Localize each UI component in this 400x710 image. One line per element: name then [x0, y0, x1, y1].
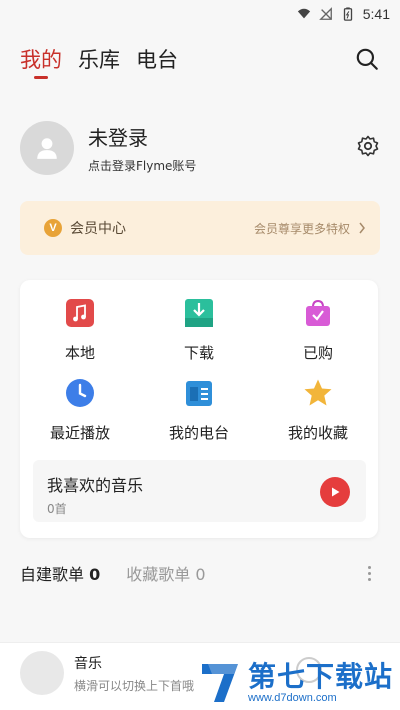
quick-item-label: 最近播放 — [49, 424, 110, 442]
vip-center-banner[interactable]: V 会员中心 会员尊享更多特权 — [20, 201, 380, 255]
vip-promo-text: 会员尊享更多特权 — [253, 221, 350, 236]
vip-promo: 会员尊享更多特权 — [254, 220, 366, 237]
tab-saved-playlists[interactable]: 收藏歌单 0 — [126, 561, 205, 585]
album-cover[interactable] — [20, 651, 64, 695]
user-icon — [37, 138, 57, 159]
play-button[interactable] — [320, 477, 350, 507]
top-navigation: 我的 乐库 电台 — [20, 44, 380, 84]
tab-created-playlists[interactable]: 自建歌单 0 — [20, 561, 100, 585]
signal-off-icon — [318, 7, 332, 20]
quick-item-favorites[interactable]: 我的收藏 — [263, 378, 373, 443]
quick-item-local[interactable]: 本地 — [25, 298, 135, 363]
quick-item-label: 本地 — [64, 344, 95, 362]
quick-item-label: 我的收藏 — [287, 424, 348, 442]
mini-player-hint: 横滑可以切换上下首哦 — [74, 679, 195, 693]
vip-title: 会员中心 — [70, 221, 126, 237]
tab-radio[interactable]: 电台 — [136, 44, 178, 74]
quick-access-card: 本地 下载 已购 最近播放 我的电台 我的收藏 我喜欢的音乐 0首 — [20, 280, 378, 538]
search-icon[interactable] — [354, 46, 380, 72]
radio-icon — [186, 381, 212, 406]
play-icon — [332, 487, 340, 497]
watermark-title: 第七下载站 — [248, 660, 394, 693]
star-icon — [304, 379, 332, 406]
shopping-bag-icon — [306, 299, 330, 326]
quick-item-my-radio[interactable]: 我的电台 — [144, 378, 254, 443]
more-options-icon[interactable] — [358, 562, 380, 584]
download-icon — [185, 299, 213, 327]
quick-item-label: 下载 — [183, 344, 214, 362]
tab-mine[interactable]: 我的 — [20, 44, 62, 79]
quick-item-label: 我的电台 — [168, 424, 229, 442]
watermark-url: www.d7down.com — [248, 692, 337, 704]
tab-library[interactable]: 乐库 — [78, 44, 120, 74]
status-bar: 5:41 — [0, 0, 400, 28]
profile-section[interactable]: 未登录 点击登录Flyme账号 — [20, 118, 380, 178]
profile-name[interactable]: 未登录 — [88, 122, 196, 151]
login-prompt[interactable]: 点击登录Flyme账号 — [88, 157, 196, 174]
wifi-icon — [297, 8, 310, 19]
mini-player-title: 音乐 — [74, 656, 102, 672]
vip-badge-icon: V — [44, 219, 62, 237]
avatar[interactable] — [20, 121, 74, 175]
status-time: 5:41 — [362, 6, 390, 22]
clock-icon — [66, 379, 94, 407]
liked-music-title: 我喜欢的音乐 — [47, 476, 144, 495]
liked-music-count: 0首 — [47, 502, 67, 516]
watermark: 第七下载站 www.d7down.com — [198, 656, 394, 710]
battery-icon — [343, 7, 352, 21]
chevron-right-icon — [359, 222, 365, 234]
quick-item-download[interactable]: 下载 — [144, 298, 254, 363]
gear-icon[interactable] — [356, 134, 380, 158]
watermark-logo-icon — [202, 664, 238, 702]
quick-item-recent[interactable]: 最近播放 — [25, 378, 135, 443]
music-note-icon — [66, 299, 94, 327]
quick-item-label: 已购 — [302, 344, 333, 362]
quick-item-purchased[interactable]: 已购 — [263, 298, 373, 363]
playlist-tabs: 自建歌单 0 收藏歌单 0 — [20, 560, 380, 586]
liked-music-row[interactable]: 我喜欢的音乐 0首 — [33, 460, 366, 522]
